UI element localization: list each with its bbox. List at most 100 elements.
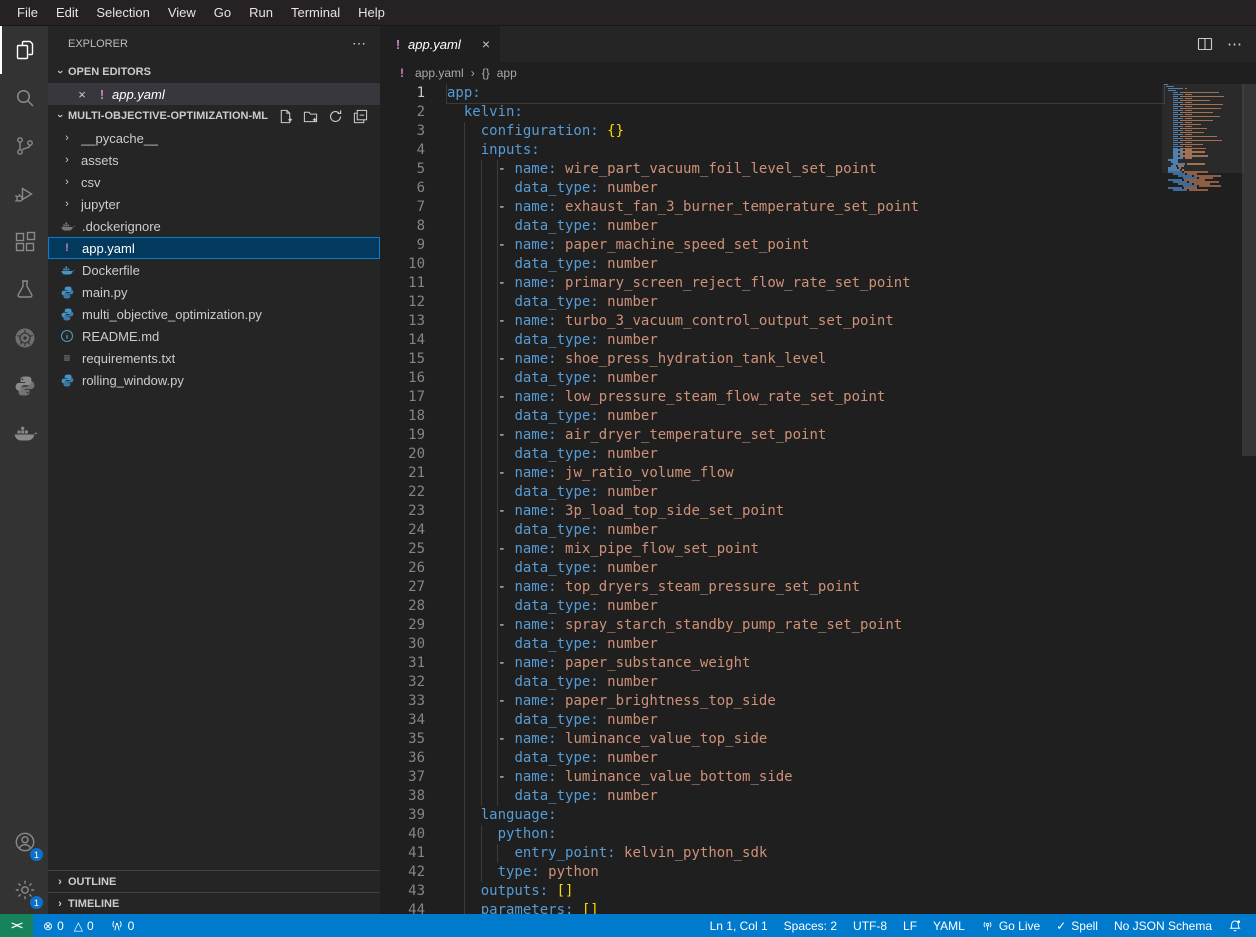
code-line-content[interactable]: - name: exhaust_fan_3_burner_temperature… [447,198,1164,217]
activitybar-run-debug[interactable] [0,170,48,218]
code-line-44[interactable]: 44 parameters: [] [380,901,1256,914]
code-line-content[interactable]: - name: wire_part_vacuum_foil_level_set_… [447,160,1164,179]
code-line-24[interactable]: 24 data_type: number [380,521,1256,540]
open-editor-item[interactable]: × ! app.yaml [48,83,380,105]
code-line-8[interactable]: 8 data_type: number [380,217,1256,236]
code-line-content[interactable]: data_type: number [447,521,1164,540]
code-line-15[interactable]: 15 - name: shoe_press_hydration_tank_lev… [380,350,1256,369]
menu-item-view[interactable]: View [159,5,205,20]
code-line-content[interactable]: data_type: number [447,217,1164,236]
code-line-30[interactable]: 30 data_type: number [380,635,1256,654]
code-editor[interactable]: 1app:2 kelvin:3 configuration: {}4 input… [380,84,1256,914]
code-line-20[interactable]: 20 data_type: number [380,445,1256,464]
activitybar-source-control[interactable] [0,122,48,170]
code-line-23[interactable]: 23 - name: 3p_load_top_side_set_point [380,502,1256,521]
code-line-content[interactable]: python: [447,825,1164,844]
code-line-content[interactable]: outputs: [] [447,882,1164,901]
code-line-34[interactable]: 34 data_type: number [380,711,1256,730]
menu-item-selection[interactable]: Selection [87,5,158,20]
activitybar-settings[interactable]: 1 [0,866,48,914]
code-line-content[interactable]: parameters: [] [447,901,1164,914]
new-file-icon[interactable] [278,109,293,124]
code-line-33[interactable]: 33 - name: paper_brightness_top_side [380,692,1256,711]
more-actions-icon[interactable]: ⋯ [1227,35,1242,53]
code-line-36[interactable]: 36 data_type: number [380,749,1256,768]
menu-item-help[interactable]: Help [349,5,394,20]
code-line-22[interactable]: 22 data_type: number [380,483,1256,502]
code-line-5[interactable]: 5 - name: wire_part_vacuum_foil_level_se… [380,160,1256,179]
tree-item-assets[interactable]: ›assets [48,149,380,171]
code-line-26[interactable]: 26 data_type: number [380,559,1256,578]
menu-item-file[interactable]: File [8,5,47,20]
open-editors-header[interactable]: › OPEN EDITORS [48,61,380,83]
code-line-content[interactable]: - name: low_pressure_steam_flow_rate_set… [447,388,1164,407]
tab-app-yaml[interactable]: ! app.yaml × [380,26,500,62]
menu-item-run[interactable]: Run [240,5,282,20]
code-line-content[interactable]: data_type: number [447,255,1164,274]
code-line-content[interactable]: - name: 3p_load_top_side_set_point [447,502,1164,521]
activitybar-testing[interactable] [0,266,48,314]
tree-item-readme-md[interactable]: README.md [48,325,380,347]
code-line-29[interactable]: 29 - name: spray_starch_standby_pump_rat… [380,616,1256,635]
statusbar-spell[interactable]: ✓Spell [1048,919,1106,933]
code-line-content[interactable]: data_type: number [447,407,1164,426]
code-line-content[interactable]: data_type: number [447,293,1164,312]
code-line-4[interactable]: 4 inputs: [380,141,1256,160]
remote-indicator[interactable]: >< [0,914,33,937]
statusbar-ln-1-col-1[interactable]: Ln 1, Col 1 [702,919,776,933]
code-line-content[interactable]: - name: luminance_value_top_side [447,730,1164,749]
menu-item-go[interactable]: Go [205,5,240,20]
refresh-icon[interactable] [328,109,343,124]
code-line-content[interactable]: app: [447,84,1164,103]
code-line-content[interactable]: - name: air_dryer_temperature_set_point [447,426,1164,445]
code-line-content[interactable]: type: python [447,863,1164,882]
activitybar-explorer[interactable] [0,26,48,74]
code-line-1[interactable]: 1app: [380,84,1256,103]
code-line-content[interactable]: configuration: {} [447,122,1164,141]
code-line-16[interactable]: 16 data_type: number [380,369,1256,388]
statusbar-go-live[interactable]: Go Live [973,919,1048,933]
code-line-41[interactable]: 41 entry_point: kelvin_python_sdk [380,844,1256,863]
minimap[interactable] [1164,84,1242,191]
code-line-14[interactable]: 14 data_type: number [380,331,1256,350]
code-line-content[interactable]: inputs: [447,141,1164,160]
code-line-content[interactable]: data_type: number [447,787,1164,806]
code-line-28[interactable]: 28 data_type: number [380,597,1256,616]
activitybar-kubernetes[interactable] [0,314,48,362]
outline-section-header[interactable]: › OUTLINE [48,870,380,892]
code-line-content[interactable]: - name: paper_machine_speed_set_point [447,236,1164,255]
code-line-43[interactable]: 43 outputs: [] [380,882,1256,901]
code-line-39[interactable]: 39 language: [380,806,1256,825]
close-icon[interactable]: × [480,36,492,52]
code-line-31[interactable]: 31 - name: paper_substance_weight [380,654,1256,673]
code-line-content[interactable]: kelvin: [447,103,1164,122]
tree-item-main-py[interactable]: main.py [48,281,380,303]
code-line-content[interactable]: data_type: number [447,369,1164,388]
menu-item-terminal[interactable]: Terminal [282,5,349,20]
code-line-25[interactable]: 25 - name: mix_pipe_flow_set_point [380,540,1256,559]
tree-item-multi-objective-optimization-py[interactable]: multi_objective_optimization.py [48,303,380,325]
code-line-40[interactable]: 40 python: [380,825,1256,844]
ports-indicator[interactable]: 0 [110,919,135,933]
code-line-content[interactable]: - name: luminance_value_bottom_side [447,768,1164,787]
tree-item-jupyter[interactable]: ›jupyter [48,193,380,215]
code-line-27[interactable]: 27 - name: top_dryers_steam_pressure_set… [380,578,1256,597]
code-line-3[interactable]: 3 configuration: {} [380,122,1256,141]
code-line-content[interactable]: data_type: number [447,179,1164,198]
folder-section-header[interactable]: › MULTI-OBJECTIVE-OPTIMIZATION-ML [48,105,380,127]
code-line-content[interactable]: - name: paper_brightness_top_side [447,692,1164,711]
activitybar-accounts[interactable]: 1 [0,818,48,866]
code-line-13[interactable]: 13 - name: turbo_3_vacuum_control_output… [380,312,1256,331]
code-line-2[interactable]: 2 kelvin: [380,103,1256,122]
code-line-content[interactable]: - name: shoe_press_hydration_tank_level [447,350,1164,369]
timeline-section-header[interactable]: › TIMELINE [48,892,380,914]
activitybar-docker[interactable] [0,410,48,458]
code-line-12[interactable]: 12 data_type: number [380,293,1256,312]
tree-item-requirements-txt[interactable]: ≡requirements.txt [48,347,380,369]
code-line-38[interactable]: 38 data_type: number [380,787,1256,806]
code-line-17[interactable]: 17 - name: low_pressure_steam_flow_rate_… [380,388,1256,407]
code-line-32[interactable]: 32 data_type: number [380,673,1256,692]
code-line-11[interactable]: 11 - name: primary_screen_reject_flow_ra… [380,274,1256,293]
code-line-content[interactable]: data_type: number [447,445,1164,464]
code-line-content[interactable]: data_type: number [447,673,1164,692]
